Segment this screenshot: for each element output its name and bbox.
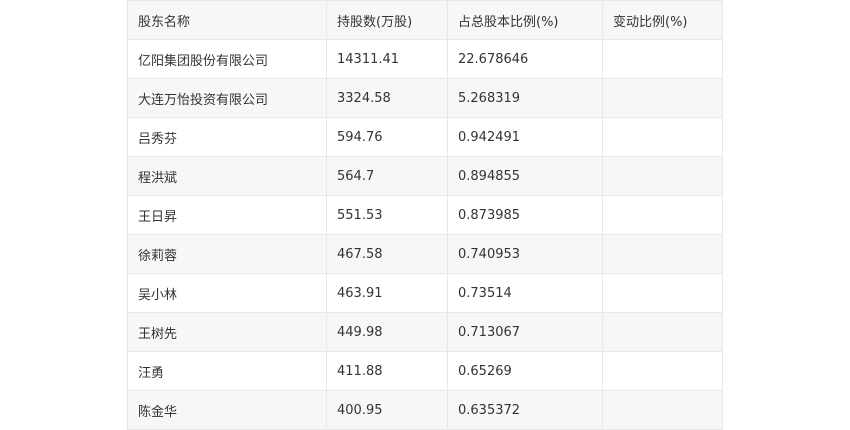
cell-shareholder-name: 吴小林 xyxy=(127,273,327,313)
cell-shares-held: 551.53 xyxy=(326,195,448,235)
header-shareholder-name: 股东名称 xyxy=(127,0,327,40)
cell-change-ratio xyxy=(602,195,723,235)
cell-shares-held: 467.58 xyxy=(326,234,448,274)
cell-shares-held: 400.95 xyxy=(326,390,448,430)
cell-change-ratio xyxy=(602,234,723,274)
cell-shares-held: 594.76 xyxy=(326,117,448,157)
cell-shares-held: 463.91 xyxy=(326,273,448,313)
cell-shares-held: 449.98 xyxy=(326,312,448,352)
cell-shares-held: 3324.58 xyxy=(326,78,448,118)
cell-shareholder-name: 大连万怡投资有限公司 xyxy=(127,78,327,118)
table-row: 大连万怡投资有限公司 3324.58 5.268319 xyxy=(127,78,723,118)
cell-change-ratio xyxy=(602,117,723,157)
cell-share-ratio: 0.740953 xyxy=(447,234,603,274)
table-header-row: 股东名称 持股数(万股) 占总股本比例(%) 变动比例(%) xyxy=(127,0,723,40)
header-change-ratio: 变动比例(%) xyxy=(602,0,723,40)
table-row: 徐莉蓉 467.58 0.740953 xyxy=(127,234,723,274)
table-row: 吕秀芬 594.76 0.942491 xyxy=(127,117,723,157)
cell-share-ratio: 0.873985 xyxy=(447,195,603,235)
cell-change-ratio xyxy=(602,273,723,313)
cell-change-ratio xyxy=(602,39,723,79)
cell-shareholder-name: 亿阳集团股份有限公司 xyxy=(127,39,327,79)
header-shares-held: 持股数(万股) xyxy=(326,0,448,40)
table-row: 程洪斌 564.7 0.894855 xyxy=(127,156,723,196)
cell-change-ratio xyxy=(602,351,723,391)
cell-shares-held: 564.7 xyxy=(326,156,448,196)
cell-shareholder-name: 汪勇 xyxy=(127,351,327,391)
cell-change-ratio xyxy=(602,156,723,196)
cell-share-ratio: 0.65269 xyxy=(447,351,603,391)
cell-share-ratio: 22.678646 xyxy=(447,39,603,79)
cell-shareholder-name: 程洪斌 xyxy=(127,156,327,196)
table-row: 王日昇 551.53 0.873985 xyxy=(127,195,723,235)
cell-shareholder-name: 陈金华 xyxy=(127,390,327,430)
cell-shareholder-name: 王树先 xyxy=(127,312,327,352)
cell-share-ratio: 0.942491 xyxy=(447,117,603,157)
table-row: 吴小林 463.91 0.73514 xyxy=(127,273,723,313)
cell-share-ratio: 0.73514 xyxy=(447,273,603,313)
cell-shares-held: 14311.41 xyxy=(326,39,448,79)
cell-change-ratio xyxy=(602,312,723,352)
cell-shares-held: 411.88 xyxy=(326,351,448,391)
table-row: 陈金华 400.95 0.635372 xyxy=(127,390,723,430)
cell-share-ratio: 0.894855 xyxy=(447,156,603,196)
header-share-ratio: 占总股本比例(%) xyxy=(447,0,603,40)
shareholder-table-container: 股东名称 持股数(万股) 占总股本比例(%) 变动比例(%) 亿阳集团股份有限公… xyxy=(127,0,723,430)
shareholder-table: 股东名称 持股数(万股) 占总股本比例(%) 变动比例(%) 亿阳集团股份有限公… xyxy=(127,0,723,430)
table-row: 亿阳集团股份有限公司 14311.41 22.678646 xyxy=(127,39,723,79)
cell-share-ratio: 0.635372 xyxy=(447,390,603,430)
cell-change-ratio xyxy=(602,78,723,118)
cell-shareholder-name: 吕秀芬 xyxy=(127,117,327,157)
cell-share-ratio: 0.713067 xyxy=(447,312,603,352)
cell-share-ratio: 5.268319 xyxy=(447,78,603,118)
cell-shareholder-name: 徐莉蓉 xyxy=(127,234,327,274)
cell-shareholder-name: 王日昇 xyxy=(127,195,327,235)
table-row: 汪勇 411.88 0.65269 xyxy=(127,351,723,391)
table-row: 王树先 449.98 0.713067 xyxy=(127,312,723,352)
cell-change-ratio xyxy=(602,390,723,430)
